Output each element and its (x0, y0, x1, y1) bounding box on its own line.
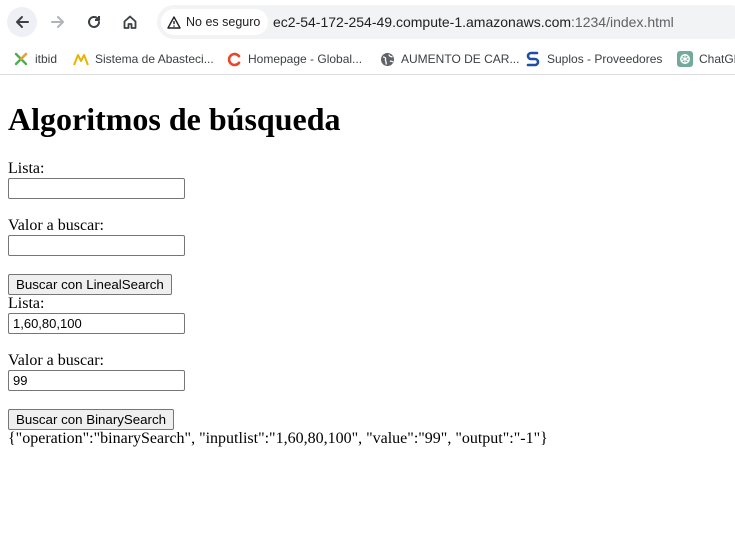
security-label: No es seguro (186, 15, 261, 29)
linear-list-input[interactable] (8, 178, 185, 199)
reload-button[interactable] (79, 7, 109, 37)
bookmark-label: Sistema de Abasteci... (95, 52, 214, 66)
arrow-left-icon (16, 16, 29, 28)
bookmark-suplos-proveedores[interactable]: Suplos - Proveedores (525, 51, 662, 67)
bookmark-chatgpt[interactable]: ChatGPT (677, 51, 735, 67)
binary-list-input[interactable]: 1,60,80,100 (8, 313, 185, 334)
address-bar[interactable]: No es seguro ec2-54-172-254-49.compute-1… (157, 5, 735, 39)
bookmark-label: Suplos - Proveedores (547, 52, 663, 66)
linear-value-label: Valor a buscar: (8, 217, 104, 234)
linear-search-button[interactable]: Buscar con LinealSearch (8, 274, 172, 295)
binary-value-label: Valor a buscar: (8, 352, 104, 369)
global-icon (226, 51, 242, 67)
bookmark-label: AUMENTO DE CAR... (401, 52, 520, 66)
binary-list-label: Lista: (8, 295, 45, 312)
home-icon (123, 15, 137, 29)
page-title: Algoritmos de búsqueda (8, 101, 341, 137)
bookmark-label: Homepage - Global... (248, 52, 363, 66)
linear-value-input[interactable] (8, 235, 185, 256)
bookmarks-bar: itbid Sistema de Abasteci... Homepage - … (0, 44, 735, 75)
url-host: ec2-54-172-254-49.compute-1.amazonaws.co… (273, 14, 572, 30)
bookmark-homepage-global[interactable]: Homepage - Global... (226, 51, 362, 67)
security-chip[interactable]: No es seguro (161, 9, 269, 35)
forward-button[interactable] (43, 7, 73, 37)
back-button[interactable] (7, 7, 37, 37)
binary-search-button[interactable]: Buscar con BinarySearch (8, 409, 175, 430)
url-text[interactable]: ec2-54-172-254-49.compute-1.amazonaws.co… (273, 14, 674, 30)
bookmark-itbid[interactable]: itbid (13, 51, 57, 67)
suplos-icon (525, 51, 541, 67)
linear-list-label: Lista: (8, 160, 45, 177)
bookmark-aumento-de-car[interactable]: AUMENTO DE CAR... (379, 51, 519, 67)
arrow-right-icon (51, 16, 64, 28)
binary-value-input[interactable]: 99 (8, 370, 185, 391)
home-button[interactable] (115, 7, 145, 37)
warning-icon (167, 15, 181, 29)
globe-icon (379, 51, 395, 67)
bookmark-label: itbid (35, 52, 58, 66)
browser-toolbar: No es seguro ec2-54-172-254-49.compute-1… (0, 0, 735, 44)
abastecimiento-icon (73, 51, 89, 67)
reload-icon (88, 15, 100, 28)
url-path: :1234/index.html (571, 14, 674, 30)
itbid-icon (13, 51, 29, 67)
result-output: {"operation":"binarySearch", "inputlist"… (8, 430, 548, 447)
chatgpt-icon (677, 51, 693, 67)
bookmark-sistema-abastecimiento[interactable]: Sistema de Abasteci... (73, 51, 214, 67)
bookmark-label: ChatGPT (699, 52, 735, 66)
